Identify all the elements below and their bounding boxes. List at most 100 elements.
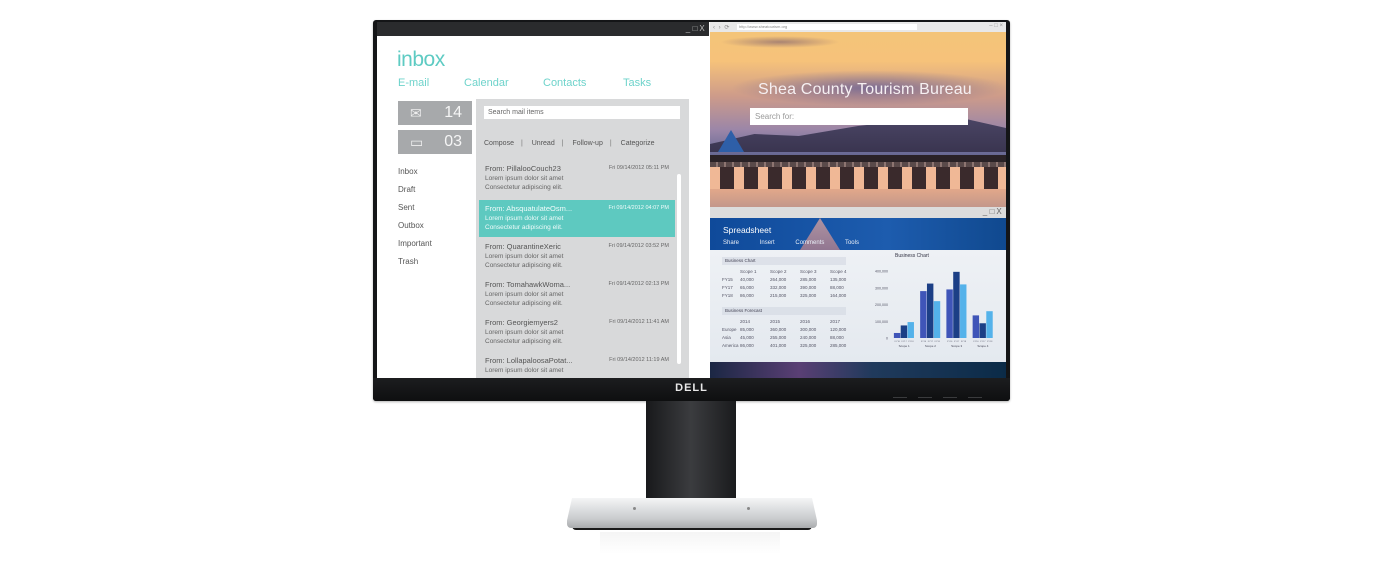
table-header-cell: 2014 [740,319,751,324]
menu-insert[interactable]: Insert [760,240,775,246]
tab-tasks[interactable]: Tasks [623,77,651,89]
chat-counter[interactable]: ▭ 03 [398,130,472,154]
maximize-button[interactable]: □ [692,24,699,33]
message-date: Fri 09/14/2012 11:19 AM [609,357,669,363]
table-cell[interactable]: 360,000 [770,326,800,334]
folder-draft[interactable]: Draft [398,185,432,203]
monitor-stand-base [567,498,817,528]
message-item-selected[interactable]: From: AbsquatulateOsm... Fri 09/14/2012 … [479,200,675,237]
series-tick-label: FY17 [980,341,986,343]
site-search-input[interactable]: Search for: [750,108,968,125]
table-cell[interactable]: 85,000 [740,326,770,334]
table-cell[interactable]: 164,000 [830,292,860,300]
monitor-chin: DELL [373,378,1010,401]
menu-tools[interactable]: Tools [845,240,859,246]
message-preview: Lorem ipsum dolor sit amet [485,175,564,182]
table-cell[interactable]: 120,000 [830,326,860,334]
message-date: Fri 09/14/2012 05:11 PM [608,165,669,171]
table-header-cell: Scope 2 [770,269,787,274]
message-item[interactable]: From: LollapaloosaPotat... Fri 09/14/201… [479,352,675,378]
table-cell[interactable]: 88,000 [830,284,860,292]
close-button[interactable]: X [699,24,706,33]
table-header-row: 2014 2015 2016 2017 [722,318,860,326]
follow-up-button[interactable]: Follow-up [573,140,603,147]
folder-outbox[interactable]: Outbox [398,221,432,239]
address-bar[interactable]: http://www.sheatourism.org [737,24,917,30]
table-cell[interactable]: 45,000 [740,334,770,342]
message-preview: Lorem ipsum dolor sit amet [485,329,564,336]
table-cell[interactable]: 390,000 [800,284,830,292]
menu-share[interactable]: Share [723,240,739,246]
table-cell[interactable]: 332,000 [770,284,800,292]
message-item[interactable]: From: Georgiemyers2 Fri 09/14/2012 11:41… [479,314,675,351]
table-cell[interactable]: 65,000 [740,284,770,292]
menu-comments[interactable]: Comments [795,240,824,246]
compose-button[interactable]: Compose [484,140,514,147]
close-button[interactable]: X [996,207,1003,216]
monitor-button[interactable] [943,397,957,398]
tab-email[interactable]: E-mail [398,77,429,89]
message-item[interactable]: From: PillalooCouch23 Fri 09/14/2012 05:… [479,160,675,197]
sky-cloud [720,36,840,48]
tab-calendar[interactable]: Calendar [464,77,509,89]
monitor-button[interactable] [893,397,907,398]
tab-contacts[interactable]: Contacts [543,77,586,89]
table-cell[interactable]: 325,000 [800,292,830,300]
table-cell[interactable]: 285,000 [830,342,860,350]
minimize-button[interactable]: _ [982,207,989,216]
message-preview: Consectetur adipiscing elit. [485,224,563,231]
table-cell[interactable]: 86,000 [740,292,770,300]
table-cell[interactable]: 255,000 [770,334,800,342]
table-cell[interactable]: 40,000 [740,276,770,284]
table-cell[interactable]: FY17 [722,284,740,292]
table-cell[interactable]: 240,000 [800,334,830,342]
browser-window: ‹ › ⟳ http://www.sheatourism.org – □ × S… [710,22,1006,218]
message-item[interactable]: From: TomahawkWoma... Fri 09/14/2012 02:… [479,276,675,313]
categorize-button[interactable]: Categorize [621,140,655,147]
business-forecast-table: Business Forecast 2014 2015 2016 2017 Eu… [722,307,860,350]
separator: | [609,140,612,147]
email-window: _□X inbox E-mail Calendar Contacts Tasks… [377,22,709,378]
folder-inbox[interactable]: Inbox [398,167,432,185]
table-header-cell [722,318,740,326]
series-tick-label: FY16 [895,341,901,343]
table-cell[interactable]: 285,000 [800,276,830,284]
table-cell[interactable]: 215,000 [770,292,800,300]
table-cell[interactable]: FY18 [722,292,740,300]
table-cell[interactable]: Asia [722,334,740,342]
table-row: America 86,000 401,000 325,000 285,000 [722,342,860,350]
browser-window-controls[interactable]: – □ × [989,23,1003,29]
message-list-scrollbar[interactable] [677,174,681,364]
table-cell[interactable]: 86,000 [740,342,770,350]
series-tick-label: FY16 [921,341,927,343]
message-item[interactable]: From: QuarantineXeric Fri 09/14/2012 03:… [479,238,675,275]
table-cell[interactable]: FY15 [722,276,740,284]
folder-important[interactable]: Important [398,239,432,257]
table-cell[interactable]: 264,000 [770,276,800,284]
table-cell[interactable]: America [722,342,740,350]
mail-count: 14 [444,104,462,121]
table-cell[interactable]: 135,000 [830,276,860,284]
minimize-button[interactable]: _ [685,24,692,33]
business-chart-table: Business Chart Scope 1 Scope 2 Scope 3 S… [722,257,860,300]
bar-fy16-scope-3 [946,289,953,338]
table-cell[interactable]: 325,000 [800,342,830,350]
folder-trash[interactable]: Trash [398,257,432,275]
mail-counter[interactable]: ✉ 14 [398,101,472,125]
monitor-button[interactable] [918,397,932,398]
maximize-button[interactable]: □ [989,207,996,216]
table-cell[interactable]: 88,000 [830,334,860,342]
power-button[interactable] [968,397,982,398]
table-cell[interactable]: Europe [722,326,740,334]
table-cell[interactable]: 300,000 [800,326,830,334]
unread-button[interactable]: Unread [532,140,555,147]
browser-nav-buttons[interactable]: ‹ › ⟳ [713,24,730,31]
series-tick-label: FY18 [908,341,914,343]
business-bar-chart: 0100,000200,000300,000400,000FY16 FY17 FY1… [875,270,993,349]
series-tick-label: FY18 [961,341,967,343]
monitor-product-shot: _□X inbox E-mail Calendar Contacts Tasks… [0,0,1380,572]
table-cell[interactable]: 401,000 [770,342,800,350]
dell-logo: DELL [675,382,708,394]
search-mail-input[interactable]: Search mail items [484,106,680,119]
folder-sent[interactable]: Sent [398,203,432,221]
